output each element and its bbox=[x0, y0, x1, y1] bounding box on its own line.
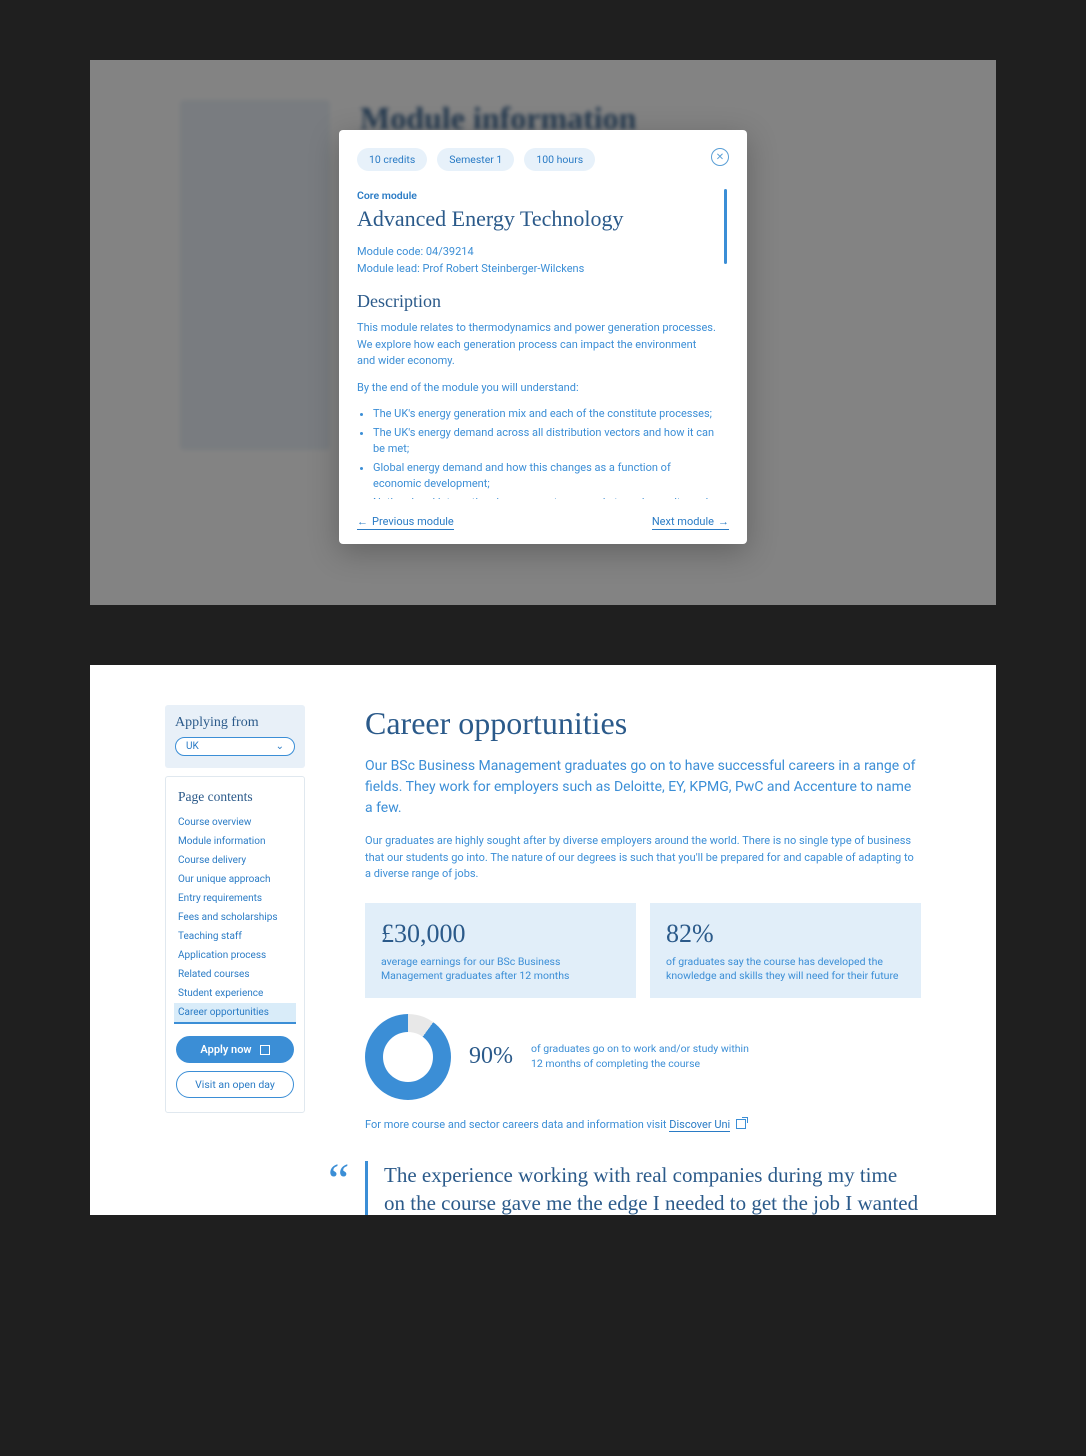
page-contents-nav: Page contents Course overviewModule info… bbox=[165, 776, 305, 1113]
stat-desc: of graduates say the course has develope… bbox=[666, 955, 905, 984]
list-item: The UK's energy generation mix and each … bbox=[373, 406, 717, 423]
page-title: Career opportunities bbox=[365, 705, 921, 742]
stat-desc: average earnings for our BSc Business Ma… bbox=[381, 955, 620, 984]
testimonial-quote: “ The experience working with real compa… bbox=[365, 1161, 921, 1215]
career-page-screenshot: Applying from UK ⌄ Page contents Course … bbox=[90, 665, 996, 1215]
quote-mark-icon: “ bbox=[328, 1157, 349, 1205]
module-lead: Module lead: Prof Robert Steinberger-Wil… bbox=[357, 261, 717, 278]
list-item: National and international energy system… bbox=[373, 495, 717, 500]
toc-item[interactable]: Fees and scholarships bbox=[166, 908, 304, 927]
toc-item[interactable]: Module information bbox=[166, 832, 304, 851]
arrow-left-icon: ← bbox=[357, 515, 368, 528]
quote-text: The experience working with real compani… bbox=[384, 1161, 921, 1215]
donut-description: of graduates go on to work and/or study … bbox=[531, 1042, 751, 1071]
pill-row: 10 credits Semester 1 100 hours bbox=[357, 148, 595, 171]
arrow-right-icon: → bbox=[718, 515, 729, 528]
apply-label: Apply now bbox=[200, 1043, 251, 1056]
open-day-button[interactable]: Visit an open day bbox=[176, 1071, 294, 1098]
module-modal-screenshot: Module information 10 credits Semester 1… bbox=[90, 60, 996, 605]
more-info-line: For more course and sector careers data … bbox=[365, 1118, 921, 1131]
outcomes-list: The UK's energy generation mix and each … bbox=[357, 406, 717, 499]
toc-item[interactable]: Our unique approach bbox=[166, 870, 304, 889]
toc-item[interactable]: Entry requirements bbox=[166, 889, 304, 908]
toc-item[interactable]: Related courses bbox=[166, 965, 304, 984]
pill-credits: 10 credits bbox=[357, 148, 427, 171]
applying-from-label: Applying from bbox=[175, 715, 295, 731]
dropdown-value: UK bbox=[186, 741, 199, 752]
lead-paragraph: Our BSc Business Management graduates go… bbox=[365, 756, 921, 819]
page-contents-heading: Page contents bbox=[166, 789, 304, 813]
toc-item[interactable]: Application process bbox=[166, 946, 304, 965]
module-title: Advanced Energy Technology bbox=[357, 206, 717, 232]
donut-chart bbox=[365, 1014, 451, 1100]
toc-item[interactable]: Teaching staff bbox=[166, 927, 304, 946]
apply-now-button[interactable]: Apply now bbox=[176, 1036, 294, 1063]
prev-label: Previous module bbox=[372, 515, 454, 528]
module-modal: 10 credits Semester 1 100 hours ✕ Core m… bbox=[339, 130, 747, 544]
next-module-link[interactable]: Next module → bbox=[652, 515, 729, 530]
stat-skills: 82% of graduates say the course has deve… bbox=[650, 903, 921, 998]
stat-earnings: £30,000 average earnings for our BSc Bus… bbox=[365, 903, 636, 998]
description-p2: By the end of the module you will unders… bbox=[357, 380, 717, 397]
more-info-prefix: For more course and sector careers data … bbox=[365, 1118, 669, 1131]
modal-scroll-body[interactable]: Core module Advanced Energy Technology M… bbox=[357, 189, 729, 499]
module-type-label: Core module bbox=[357, 189, 717, 202]
body-paragraph: Our graduates are highly sought after by… bbox=[365, 833, 921, 883]
toc-item[interactable]: Career opportunities bbox=[174, 1003, 296, 1024]
toc-item[interactable]: Course delivery bbox=[166, 851, 304, 870]
description-p1: This module relates to thermodynamics an… bbox=[357, 320, 717, 370]
chevron-down-icon: ⌄ bbox=[276, 741, 284, 752]
main-content: Career opportunities Our BSc Business Ma… bbox=[365, 705, 921, 1215]
pill-semester: Semester 1 bbox=[437, 148, 514, 171]
list-item: Global energy demand and how this change… bbox=[373, 460, 717, 493]
sidebar: Applying from UK ⌄ Page contents Course … bbox=[165, 705, 305, 1215]
stat-value: £30,000 bbox=[381, 919, 620, 949]
applying-from-box: Applying from UK ⌄ bbox=[165, 705, 305, 768]
previous-module-link[interactable]: ← Previous module bbox=[357, 515, 454, 530]
donut-percentage: 90% bbox=[469, 1043, 513, 1070]
toc-item[interactable]: Student experience bbox=[166, 984, 304, 1003]
pill-hours: 100 hours bbox=[524, 148, 595, 171]
close-icon[interactable]: ✕ bbox=[711, 148, 729, 166]
description-heading: Description bbox=[357, 291, 717, 312]
discover-uni-link[interactable]: Discover Uni bbox=[669, 1118, 730, 1132]
list-item: The UK's energy demand across all distri… bbox=[373, 425, 717, 458]
stat-value: 82% bbox=[666, 919, 905, 949]
toc-item[interactable]: Course overview bbox=[166, 813, 304, 832]
region-dropdown[interactable]: UK ⌄ bbox=[175, 737, 295, 756]
external-link-icon bbox=[736, 1119, 746, 1129]
module-code: Module code: 04/39214 bbox=[357, 244, 717, 261]
next-label: Next module bbox=[652, 515, 714, 528]
stats-row: £30,000 average earnings for our BSc Bus… bbox=[365, 903, 921, 998]
external-link-icon bbox=[260, 1045, 270, 1055]
donut-stat-row: 90% of graduates go on to work and/or st… bbox=[365, 1014, 921, 1100]
